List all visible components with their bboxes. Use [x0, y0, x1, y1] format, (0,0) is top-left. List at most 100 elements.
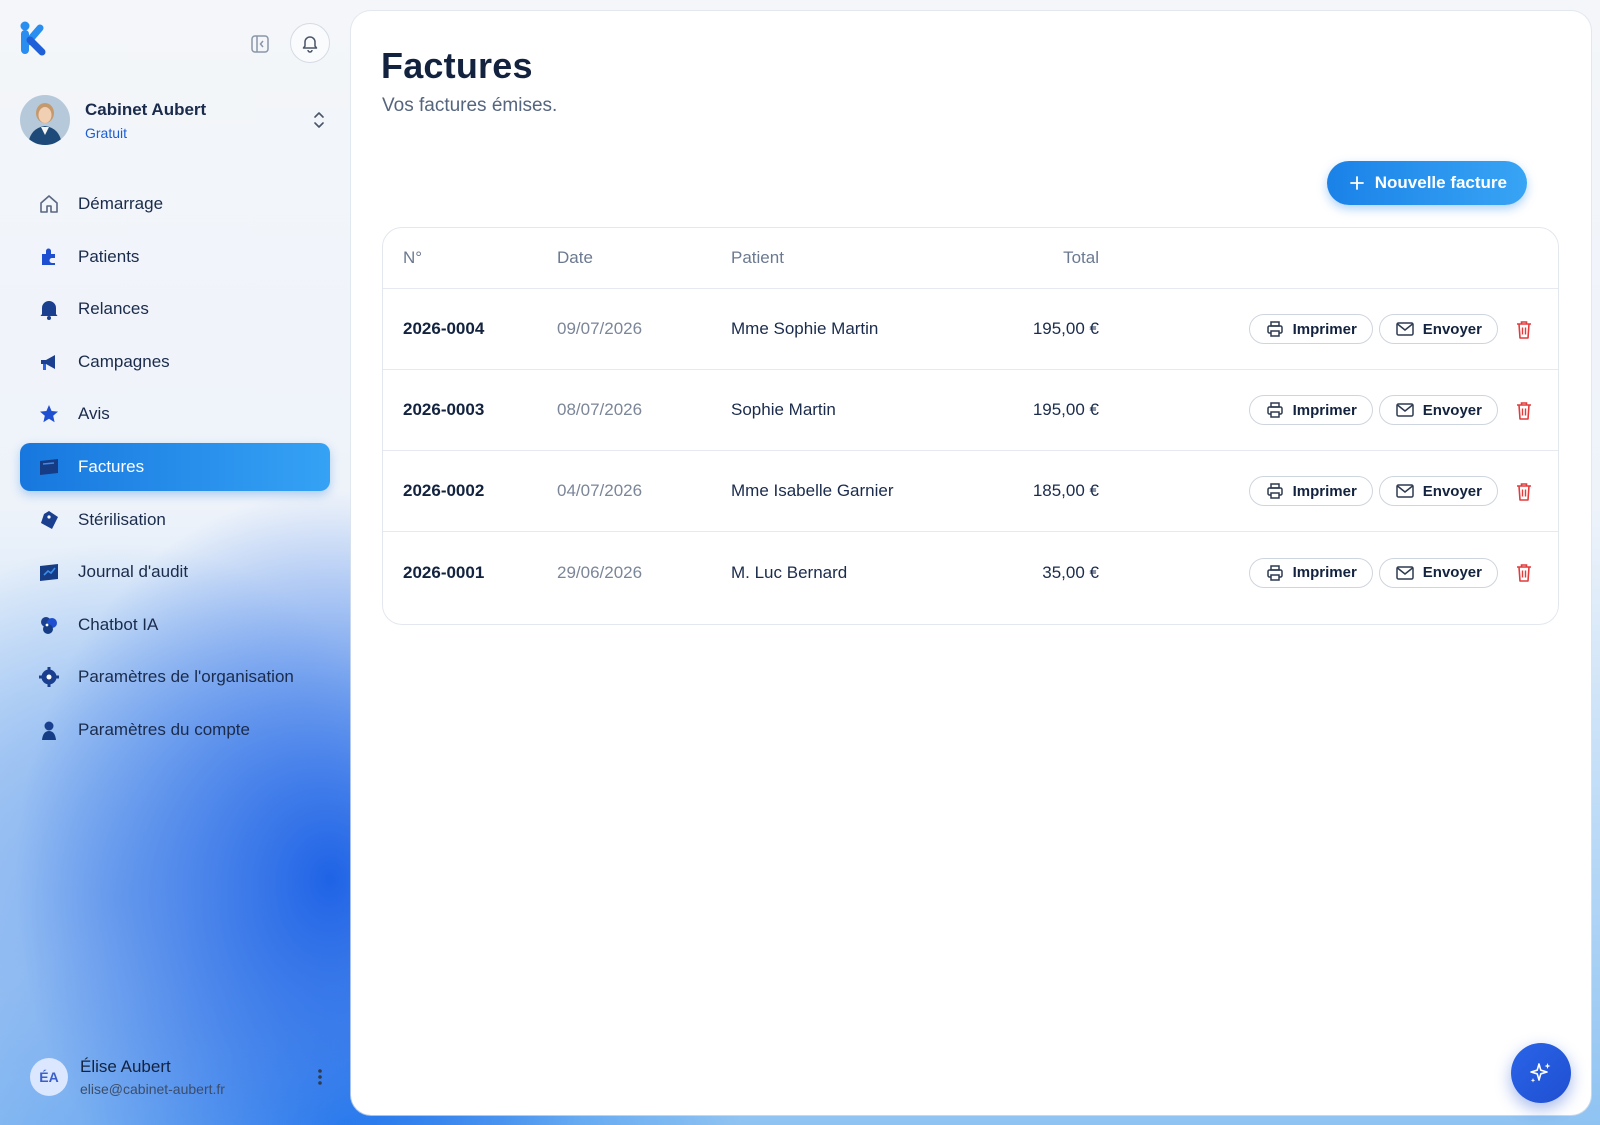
sidebar-item-chatbot[interactable]: Chatbot IA: [20, 601, 330, 649]
sidebar-item-label: Relances: [78, 299, 149, 319]
ai-assistant-button[interactable]: [1511, 1043, 1571, 1103]
person-icon: [38, 719, 60, 741]
table-row[interactable]: 2026-0001 29/06/2026 M. Luc Bernard 35,0…: [383, 532, 1558, 613]
invoice-total: 195,00 €: [1032, 400, 1099, 419]
bell-icon: [38, 298, 60, 321]
organization-switcher[interactable]: Cabinet Aubert Gratuit: [20, 94, 332, 146]
mail-icon: [1396, 322, 1414, 336]
bell-icon: [302, 36, 318, 53]
column-header-number[interactable]: N°: [403, 248, 577, 268]
column-header-date[interactable]: Date: [557, 248, 731, 268]
print-label: Imprimer: [1292, 401, 1357, 419]
table-header: N° Date Patient Total: [383, 228, 1558, 289]
invoice-date: 04/07/2026: [557, 481, 643, 500]
sidebar-item-factures[interactable]: Factures: [20, 442, 330, 491]
table-row[interactable]: 2026-0004 09/07/2026 Mme Sophie Martin 1…: [383, 289, 1558, 370]
invoice-number: 2026-0003: [403, 400, 485, 419]
row-actions: Imprimer Envoyer: [1248, 476, 1538, 506]
sidebar-item-relances[interactable]: Relances: [20, 285, 330, 333]
sidebar-item-label: Avis: [78, 404, 110, 424]
sidebar-collapse-button[interactable]: [248, 32, 272, 56]
sidebar-item-label: Chatbot IA: [78, 614, 159, 634]
delete-button[interactable]: [1510, 395, 1538, 425]
sidebar-item-demarrage[interactable]: Démarrage: [20, 180, 330, 228]
table-row[interactable]: 2026-0003 08/07/2026 Sophie Martin 195,0…: [383, 370, 1558, 451]
sidebar-item-campagnes[interactable]: Campagnes: [20, 338, 330, 386]
invoice-patient: Mme Sophie Martin: [731, 319, 879, 338]
print-button[interactable]: Imprimer: [1248, 314, 1373, 344]
invoice-patient: M. Luc Bernard: [731, 562, 848, 582]
sidebar-item-patients[interactable]: Patients: [20, 233, 330, 281]
sidebar-item-label: Campagnes: [78, 351, 170, 371]
send-button[interactable]: Envoyer: [1378, 476, 1498, 506]
sidebar-item-account-settings[interactable]: Paramètres du compte: [20, 706, 330, 754]
new-invoice-button[interactable]: Nouvelle facture: [1326, 161, 1527, 205]
sidebar-item-avis[interactable]: Avis: [20, 390, 330, 438]
journal-icon: [38, 561, 60, 583]
send-label: Envoyer: [1422, 401, 1482, 419]
column-header-total[interactable]: Total: [949, 248, 1099, 268]
organization-plan: Gratuit: [85, 124, 128, 141]
delete-button[interactable]: [1510, 314, 1538, 344]
sidebar-item-journal-audit[interactable]: Journal d'audit: [20, 548, 330, 596]
user-email: elise@cabinet-aubert.fr: [80, 1081, 225, 1097]
organization-name: Cabinet Aubert: [85, 99, 207, 119]
mail-icon: [1396, 565, 1414, 580]
plus-icon: [1349, 176, 1364, 190]
trash-icon: [1517, 401, 1531, 420]
delete-button[interactable]: [1510, 558, 1538, 588]
invoice-total: 35,00 €: [1042, 562, 1099, 582]
trash-icon: [1517, 482, 1531, 501]
send-label: Envoyer: [1422, 320, 1482, 338]
sidebar-item-org-settings[interactable]: Paramètres de l'organisation: [20, 653, 330, 701]
print-label: Imprimer: [1292, 320, 1357, 338]
delete-button[interactable]: [1510, 476, 1538, 506]
invoice-patient: Mme Isabelle Garnier: [731, 481, 894, 500]
print-button[interactable]: Imprimer: [1248, 557, 1373, 588]
row-actions: Imprimer Envoyer: [1248, 557, 1538, 588]
tag-icon: [38, 509, 60, 531]
invoice-patient: Sophie Martin: [731, 400, 836, 419]
print-label: Imprimer: [1292, 482, 1357, 500]
sidebar-item-sterilisation[interactable]: Stérilisation: [20, 496, 330, 544]
sidebar-nav: Démarrage Patients Relances Campagnes Av…: [20, 180, 330, 759]
print-button[interactable]: Imprimer: [1248, 476, 1373, 506]
notifications-button[interactable]: [290, 23, 330, 63]
page-subtitle: Vos factures émises.: [382, 95, 558, 116]
panel-collapse-icon: [251, 35, 269, 53]
user-name: Élise Aubert: [80, 1057, 171, 1076]
robot-icon: [38, 614, 60, 636]
column-header-patient[interactable]: Patient: [731, 248, 949, 268]
invoice-date: 08/07/2026: [557, 400, 643, 419]
printer-icon: [1266, 483, 1283, 499]
user-profile[interactable]: ÉA Élise Aubert elise@cabinet-aubert.fr: [30, 1054, 330, 1100]
sidebar-item-label: Patients: [78, 246, 140, 266]
sidebar-item-label: Stérilisation: [78, 509, 166, 529]
invoice-number: 2026-0001: [403, 562, 485, 582]
printer-icon: [1266, 564, 1283, 581]
invoice-total: 185,00 €: [1032, 481, 1099, 500]
puzzle-icon: [38, 246, 60, 268]
send-button[interactable]: Envoyer: [1378, 395, 1498, 425]
invoice-date: 29/06/2026: [557, 562, 643, 582]
invoice-icon: [38, 456, 60, 478]
app-logo[interactable]: [18, 20, 48, 56]
user-avatar: ÉA: [30, 1058, 68, 1096]
row-actions: Imprimer Envoyer: [1248, 395, 1538, 425]
invoice-number: 2026-0004: [403, 319, 485, 338]
send-button[interactable]: Envoyer: [1378, 314, 1498, 344]
main-panel: Factures Vos factures émises. Nouvelle f…: [351, 11, 1591, 1115]
print-label: Imprimer: [1292, 564, 1357, 581]
table-row[interactable]: 2026-0002 04/07/2026 Mme Isabelle Garnie…: [383, 451, 1558, 532]
trash-icon: [1517, 564, 1531, 582]
send-label: Envoyer: [1422, 564, 1482, 581]
invoice-date: 09/07/2026: [557, 319, 643, 338]
user-menu-button[interactable]: [310, 1062, 330, 1092]
organization-avatar: [20, 95, 70, 145]
sidebar: Cabinet Aubert Gratuit Démarrage Patient…: [0, 0, 350, 1125]
send-button[interactable]: Envoyer: [1378, 557, 1498, 588]
sidebar-item-label: Paramètres de l'organisation: [78, 667, 294, 687]
more-vertical-icon: [318, 1069, 322, 1085]
print-button[interactable]: Imprimer: [1248, 395, 1373, 425]
printer-icon: [1266, 402, 1283, 418]
